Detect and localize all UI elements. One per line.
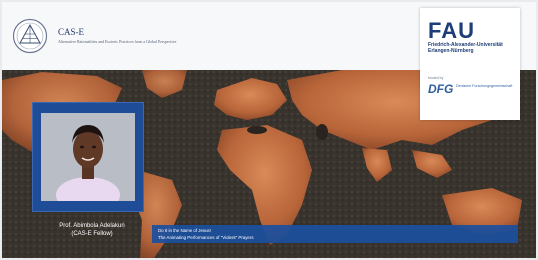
speaker-caption: Prof. Abimbola Adelakun (CAS-E Fellow) [32, 222, 152, 238]
talk-title-line-2: The Animating Performances of "Violent" … [158, 235, 254, 240]
speaker-name: Prof. Abimbola Adelakun [59, 223, 125, 229]
cas-e-subtitle: Alternative Rationalities and Esoteric P… [58, 39, 177, 44]
video-frame: CAS-E Alternative Rationalities and Esot… [2, 2, 536, 258]
talk-title-banner: Do It in the Name of Jesus! The Animatin… [152, 225, 518, 243]
cas-e-emblem-icon [12, 18, 48, 54]
speaker-photo-frame [32, 102, 144, 212]
talk-title-line-1: Do It in the Name of Jesus! [158, 228, 211, 233]
dfg-name: Deutsche Forschungsgemeinschaft [456, 84, 513, 88]
dfg-logo: DFG [428, 82, 454, 96]
cas-e-title: CAS-E [58, 27, 85, 37]
dfg-funded-label: funded by [428, 76, 444, 80]
fau-name: Friedrich-Alexander-Universität Erlangen… [428, 42, 503, 54]
fau-logo: FAU [428, 18, 475, 43]
fau-dfg-logo-panel: FAU Friedrich-Alexander-Universität Erla… [420, 8, 520, 120]
speaker-role: (CAS-E Fellow) [71, 231, 113, 237]
speaker-photo [41, 113, 135, 201]
speaker-portrait [41, 113, 135, 201]
